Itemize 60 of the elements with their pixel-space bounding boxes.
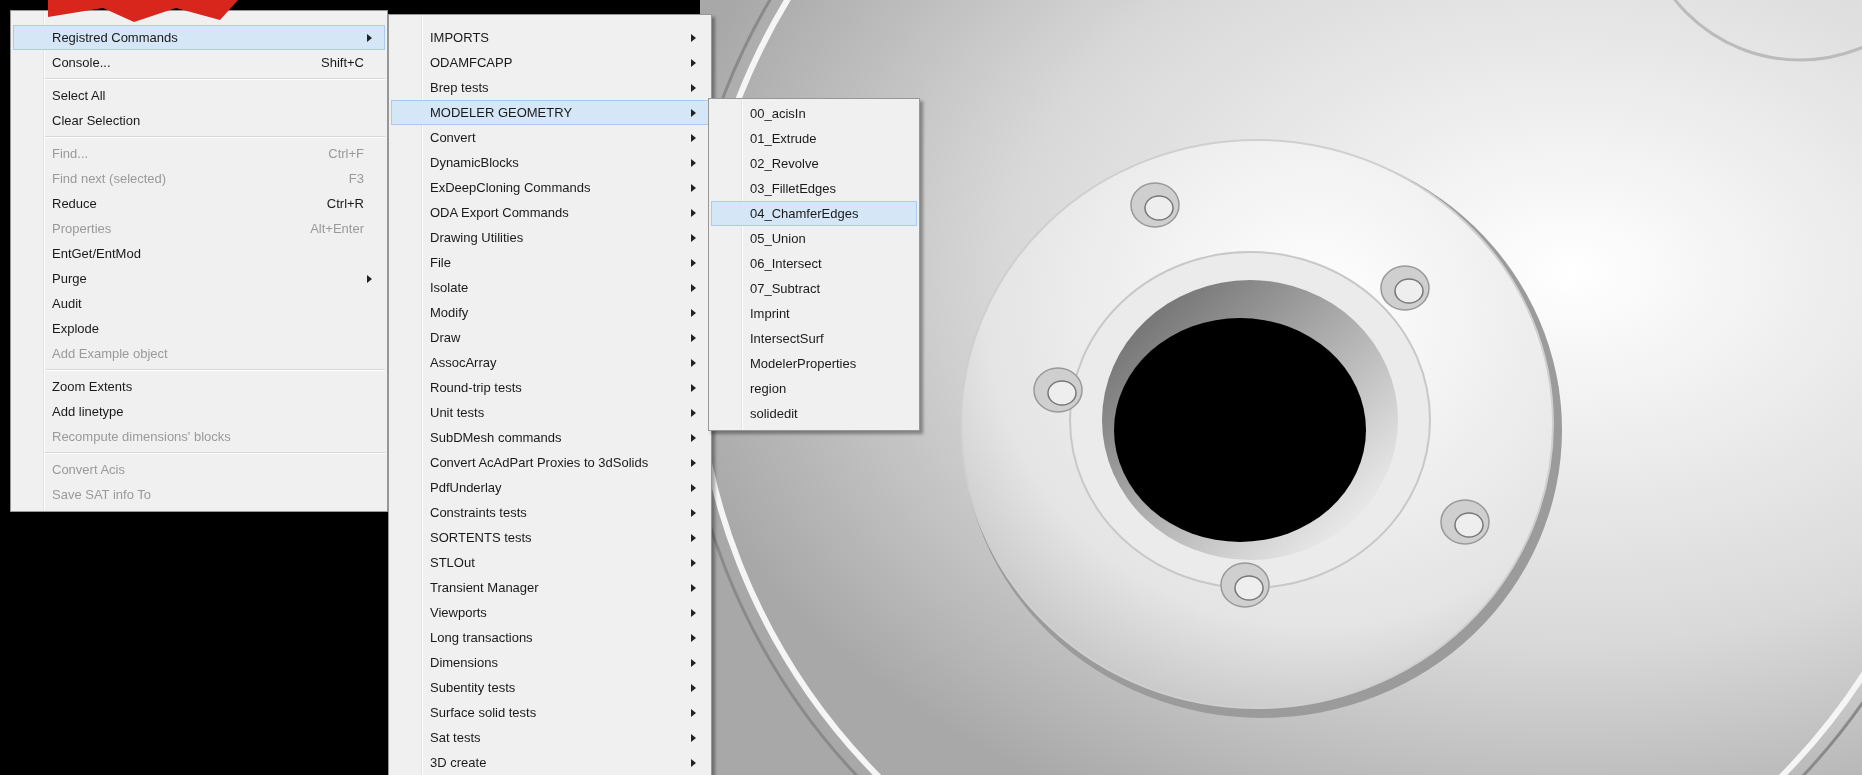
menu-item[interactable]: Drawing Utilities [391,225,709,250]
menu-item[interactable]: ODA Export Commands [391,200,709,225]
menu-item[interactable]: SORTENTS tests [391,525,709,550]
menu-item[interactable]: Zoom Extents [13,374,385,399]
menu-item[interactable]: Isolate [391,275,709,300]
menu-item[interactable]: Sat tests [391,725,709,750]
menu-item[interactable]: Brep tests [391,75,709,100]
shortcut-label: Alt+Enter [310,221,364,236]
menu-item[interactable]: 01_Extrude [711,126,917,151]
menu-item[interactable]: Constraints tests [391,500,709,525]
menu-item[interactable]: 06_Intersect [711,251,917,276]
shortcut-label: F3 [348,171,364,186]
menu-item[interactable]: Viewports [391,600,709,625]
menu-item[interactable]: Unit tests [391,400,709,425]
menu-item[interactable]: solidedit [711,401,917,426]
menu-item[interactable]: ODAMFCAPP [391,50,709,75]
menu-item[interactable]: DynamicBlocks [391,150,709,175]
menu-item[interactable]: Explode [13,316,385,341]
menu-item[interactable]: MODELER GEOMETRY [391,100,709,125]
menu-item[interactable]: ModelerProperties [711,351,917,376]
menu-item[interactable]: 04_ChamferEdges [711,201,917,226]
menu-item[interactable]: SubDMesh commands [391,425,709,450]
menu-item[interactable]: Subentity tests [391,675,709,700]
menu-item[interactable]: Surface solid tests [391,700,709,725]
menu-item[interactable]: PdfUnderlay [391,475,709,500]
menu-item[interactable]: Transient Manager [391,575,709,600]
menu-item[interactable]: Audit [13,291,385,316]
menu-item[interactable]: Select All [13,83,385,108]
menu-item[interactable]: 00_acisIn [711,101,917,126]
menu-item[interactable]: 05_Union [711,226,917,251]
menu-item[interactable]: Convert AcAdPart Proxies to 3dSolids [391,450,709,475]
menu-item[interactable]: Clear Selection [13,108,385,133]
menu-item[interactable]: IMPORTS [391,25,709,50]
menu-item[interactable]: Reduce Ctrl+R [13,191,385,216]
menu-item[interactable]: File [391,250,709,275]
menu-item[interactable]: Imprint [711,301,917,326]
menu-item[interactable]: STLOut [391,550,709,575]
menu-item[interactable]: IntersectSurf [711,326,917,351]
menu-item[interactable]: 03_FilletEdges [711,176,917,201]
menu-item[interactable]: Purge [13,266,385,291]
menu-item[interactable]: Registred Commands [13,25,385,50]
menu-item[interactable]: Modify [391,300,709,325]
pointer-arrow-icon [48,0,238,22]
menu-item[interactable]: EntGet/EntMod [13,241,385,266]
menu-item[interactable]: Long transactions [391,625,709,650]
shortcut-label: Ctrl+R [326,196,364,211]
menu-item[interactable]: 3D create [391,750,709,775]
shortcut-label: Ctrl+F [328,146,364,161]
menu-item[interactable]: Round-trip tests [391,375,709,400]
menu-item[interactable]: 07_Subtract [711,276,917,301]
menu-item[interactable]: 02_Revolve [711,151,917,176]
menu-item[interactable]: AssocArray [391,350,709,375]
menu-item[interactable]: Add linetype [13,399,385,424]
shortcut-label: Shift+C [321,55,364,70]
menu-item[interactable]: Console... Shift+C [13,50,385,75]
menu-item[interactable]: Convert [391,125,709,150]
menu-item[interactable]: Draw [391,325,709,350]
menu-item[interactable]: Dimensions [391,650,709,675]
menu-item[interactable]: region [711,376,917,401]
menu-item[interactable]: ExDeepCloning Commands [391,175,709,200]
